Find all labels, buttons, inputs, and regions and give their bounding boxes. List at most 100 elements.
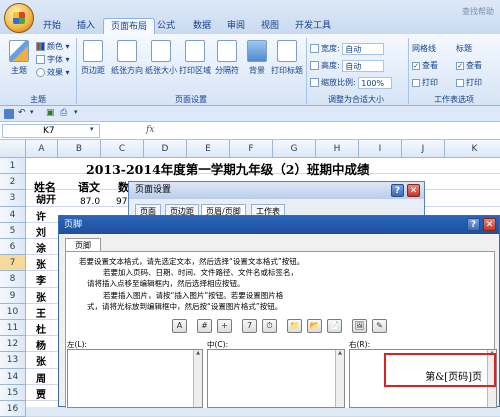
- column-header[interactable]: B: [58, 140, 101, 158]
- column-header[interactable]: E: [187, 140, 230, 158]
- tab-page-layout[interactable]: 页面布局: [103, 18, 156, 34]
- page-count-button[interactable]: +: [217, 319, 232, 333]
- name-cell[interactable]: 胡开: [36, 191, 56, 206]
- name-cell[interactable]: 许: [36, 208, 46, 223]
- name-cell[interactable]: 刘: [36, 224, 46, 239]
- date-button[interactable]: 7: [242, 319, 257, 333]
- page-number-button[interactable]: #: [197, 319, 212, 333]
- office-button[interactable]: [4, 3, 34, 33]
- row-header[interactable]: 1: [0, 158, 26, 175]
- row-header[interactable]: 12: [0, 336, 26, 353]
- file-path-button[interactable]: 📁: [287, 319, 302, 333]
- headings-view-checkbox[interactable]: ✓ 查看: [456, 59, 482, 72]
- column-header[interactable]: G: [273, 140, 316, 158]
- row-header[interactable]: 15: [0, 384, 26, 401]
- column-header[interactable]: I: [359, 140, 402, 158]
- theme-fonts-button[interactable]: 字体 ▾: [36, 53, 70, 66]
- row-header[interactable]: 11: [0, 320, 26, 337]
- undo-icon[interactable]: ↶: [18, 108, 26, 118]
- scrollbar[interactable]: [335, 350, 344, 407]
- sheet-name-button[interactable]: 📄: [327, 319, 342, 333]
- tab-home[interactable]: 开始: [36, 18, 68, 34]
- format-text-button[interactable]: A: [172, 319, 187, 333]
- row-header[interactable]: 3: [0, 190, 26, 207]
- row-header[interactable]: 10: [0, 303, 26, 320]
- scale-spinner[interactable]: 100%: [358, 76, 393, 89]
- cell-c3[interactable]: 97: [116, 197, 127, 207]
- tab-developer[interactable]: 开发工具: [288, 18, 338, 34]
- themes-button[interactable]: 主题: [4, 40, 34, 76]
- name-box[interactable]: K7: [2, 124, 100, 138]
- close-button[interactable]: ✕: [407, 184, 420, 197]
- insert-picture-button[interactable]: 🖼: [352, 319, 367, 333]
- margins-button[interactable]: 页边距: [78, 40, 108, 76]
- breaks-button[interactable]: 分隔符: [212, 40, 242, 76]
- size-button[interactable]: 纸张大小: [144, 40, 178, 76]
- fx-icon[interactable]: fx: [146, 125, 154, 135]
- column-header[interactable]: D: [144, 140, 187, 158]
- background-button[interactable]: 背景: [242, 40, 272, 76]
- row-header[interactable]: 9: [0, 287, 26, 304]
- name-cell[interactable]: 王: [36, 305, 46, 320]
- row-header[interactable]: 13: [0, 352, 26, 369]
- print-titles-button[interactable]: 打印标题: [270, 40, 304, 76]
- row-header[interactable]: 5: [0, 222, 26, 239]
- help-button[interactable]: ?: [467, 218, 480, 231]
- headings-print-checkbox[interactable]: 打印: [456, 76, 482, 89]
- gridlines-print-checkbox[interactable]: 打印: [412, 76, 438, 89]
- column-header[interactable]: A: [26, 140, 58, 158]
- close-button[interactable]: ✕: [483, 218, 496, 231]
- column-header[interactable]: K: [445, 140, 500, 158]
- time-button[interactable]: ⏱: [262, 319, 277, 333]
- help-button[interactable]: ?: [391, 184, 404, 197]
- name-cell[interactable]: 李: [36, 272, 46, 287]
- column-header[interactable]: H: [316, 140, 359, 158]
- theme-colors-button[interactable]: 颜色 ▾: [36, 40, 70, 53]
- row-header[interactable]: 2: [0, 174, 26, 191]
- orientation-button[interactable]: 纸张方向: [110, 40, 144, 76]
- row-header[interactable]: 14: [0, 368, 26, 385]
- name-cell[interactable]: 贾: [36, 386, 46, 401]
- name-cell[interactable]: 涂: [36, 240, 46, 255]
- name-cell[interactable]: 周: [36, 370, 46, 385]
- height-dropdown[interactable]: 自动: [342, 59, 385, 72]
- tab-data[interactable]: 数据: [186, 18, 218, 34]
- customize-qat-icon[interactable]: ▾: [74, 108, 78, 116]
- scrollbar[interactable]: [193, 350, 202, 407]
- sheet-title-cell[interactable]: 2013-2014年度第一学期九年级（2）班期中成绩: [86, 159, 369, 178]
- name-cell[interactable]: 张: [36, 256, 46, 271]
- undo-dropdown-icon[interactable]: ▾: [30, 108, 34, 116]
- width-dropdown[interactable]: 自动: [342, 42, 385, 55]
- row-header[interactable]: 4: [0, 206, 26, 223]
- row-header[interactable]: 8: [0, 271, 26, 288]
- tab-insert[interactable]: 插入: [70, 18, 102, 34]
- name-cell[interactable]: 杜: [36, 321, 46, 336]
- save-icon[interactable]: [4, 109, 14, 119]
- cell-b3[interactable]: 87.0: [80, 197, 100, 207]
- tab-review[interactable]: 审阅: [220, 18, 252, 34]
- print-icon[interactable]: ⎙: [60, 108, 67, 118]
- left-section-input[interactable]: [67, 349, 203, 408]
- center-section-input[interactable]: [207, 349, 345, 408]
- preview-icon[interactable]: ▣: [46, 108, 55, 118]
- column-header[interactable]: J: [402, 140, 445, 158]
- name-box-dropdown-icon[interactable]: ▾: [90, 125, 94, 133]
- header-cell-chinese[interactable]: 语文: [78, 179, 100, 195]
- row-header[interactable]: 16: [0, 401, 26, 417]
- row-header[interactable]: 6: [0, 239, 26, 256]
- format-picture-button[interactable]: ✎: [372, 319, 387, 333]
- column-header[interactable]: C: [101, 140, 144, 158]
- help-search[interactable]: 查找帮助: [462, 6, 494, 17]
- name-cell[interactable]: 张: [36, 289, 46, 304]
- row-header[interactable]: 7: [0, 255, 26, 272]
- name-cell[interactable]: 张: [36, 353, 46, 368]
- print-area-button[interactable]: 打印区域: [178, 40, 212, 76]
- column-header[interactable]: F: [230, 140, 273, 158]
- select-all-corner[interactable]: [0, 140, 26, 158]
- tab-footer[interactable]: 页脚: [65, 238, 101, 252]
- gridlines-view-checkbox[interactable]: ✓ 查看: [412, 59, 438, 72]
- theme-effects-button[interactable]: 效果 ▾: [36, 66, 70, 79]
- file-name-button[interactable]: 📂: [307, 319, 322, 333]
- name-cell[interactable]: 杨: [36, 337, 46, 352]
- tab-formulas[interactable]: 公式: [150, 18, 182, 34]
